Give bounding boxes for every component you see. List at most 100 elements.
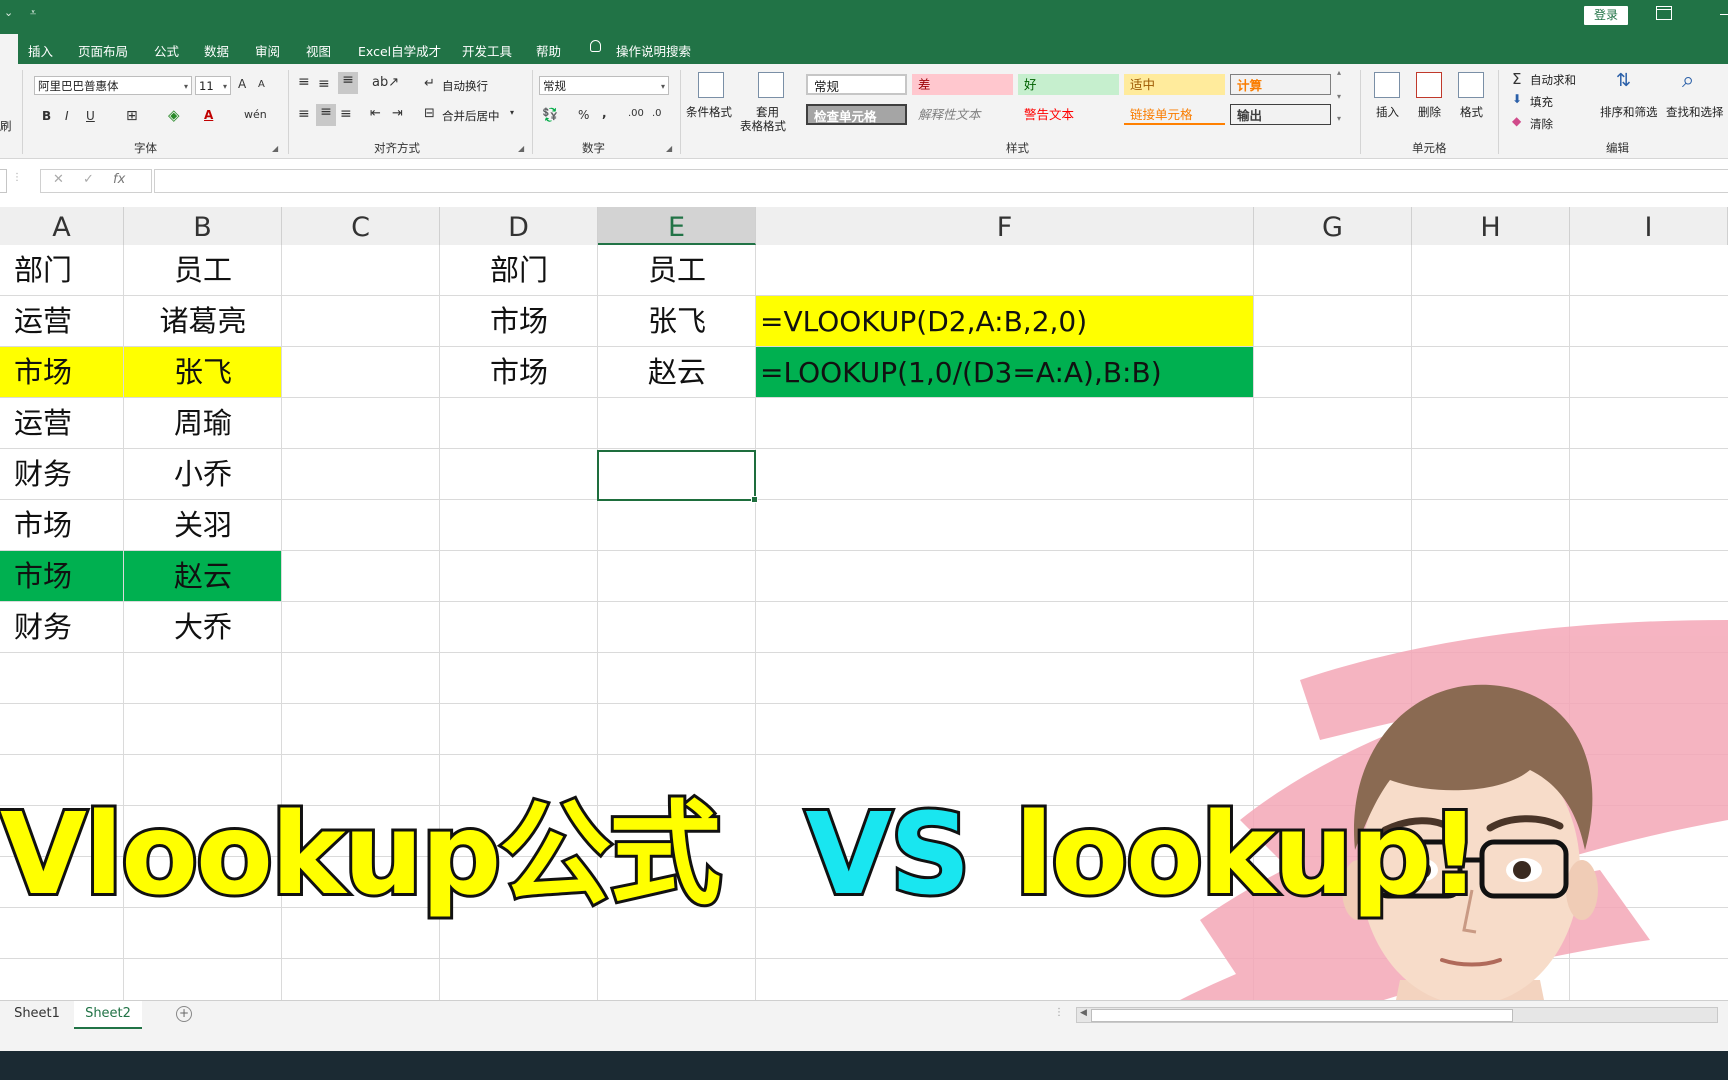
column-header-d[interactable]: D: [440, 207, 598, 245]
tab-split-handle-icon[interactable]: ⋮: [1054, 1007, 1064, 1018]
clear-button[interactable]: 清除: [1530, 116, 1553, 132]
qat-chevron-icon[interactable]: ⌄: [4, 6, 13, 19]
cell-b6[interactable]: 关羽: [124, 500, 282, 551]
cell-a2[interactable]: 运营: [14, 296, 72, 347]
format-cells-button[interactable]: 格式: [1460, 104, 1483, 120]
align-left-icon[interactable]: ≡: [298, 106, 310, 122]
underline-button[interactable]: U: [86, 109, 95, 123]
styles-scroll-down-icon[interactable]: ▾: [1337, 92, 1341, 101]
orientation-icon[interactable]: ab↗: [372, 75, 399, 90]
align-right-icon[interactable]: ≡: [340, 106, 352, 122]
sheet-tab-sheet1[interactable]: Sheet1: [6, 1001, 68, 1027]
tab-excel-learning[interactable]: Excel自学成才: [358, 41, 441, 60]
format-painter-partial[interactable]: 刷: [0, 118, 12, 134]
font-color-icon[interactable]: A: [204, 108, 213, 122]
cell-a1[interactable]: 部门: [14, 245, 72, 296]
style-neutral[interactable]: 适中: [1124, 74, 1225, 95]
sheet-tab-sheet2[interactable]: Sheet2: [74, 1001, 142, 1029]
tab-formulas[interactable]: 公式: [154, 41, 179, 60]
column-header-b[interactable]: B: [124, 207, 282, 245]
add-sheet-icon[interactable]: +: [176, 1006, 192, 1022]
italic-button[interactable]: I: [65, 109, 69, 123]
tell-me-search[interactable]: 操作说明搜索: [616, 41, 691, 60]
tab-insert[interactable]: 插入: [28, 41, 53, 60]
qat-customize-icon[interactable]: ⩡: [30, 6, 36, 20]
cell-b1[interactable]: 员工: [124, 245, 282, 296]
grow-font-button[interactable]: A: [238, 77, 246, 91]
cell-a3[interactable]: 市场: [14, 347, 72, 398]
enter-icon[interactable]: ✓: [83, 172, 94, 187]
table-format-button[interactable]: 表格格式: [740, 118, 786, 134]
style-output[interactable]: 输出: [1230, 104, 1331, 125]
comma-button[interactable]: ,: [602, 106, 607, 120]
column-header-e[interactable]: E: [598, 207, 756, 245]
alignment-dialog-launcher-icon[interactable]: ◢: [518, 144, 524, 153]
column-header-g[interactable]: G: [1254, 207, 1412, 245]
fill-color-icon[interactable]: ◈: [168, 106, 180, 124]
conditional-format-button[interactable]: 条件格式: [686, 104, 732, 120]
chevron-down-icon[interactable]: ▾: [510, 108, 514, 117]
number-format-select[interactable]: 常规 ▾: [539, 76, 669, 95]
cell-d1[interactable]: 部门: [440, 245, 598, 296]
fill-button[interactable]: 填充: [1530, 94, 1553, 110]
style-normal[interactable]: 常规: [806, 74, 907, 95]
cell-b5[interactable]: 小乔: [124, 449, 282, 500]
sort-filter-button[interactable]: 排序和筛选: [1600, 104, 1658, 120]
align-top-icon[interactable]: ≡: [298, 74, 310, 90]
cell-a6[interactable]: 市场: [14, 500, 72, 551]
delete-cells-button[interactable]: 删除: [1418, 104, 1441, 120]
cell-e2[interactable]: 张飞: [598, 296, 756, 347]
style-linked-cell[interactable]: 链接单元格: [1124, 104, 1225, 125]
cancel-icon[interactable]: ✕: [53, 172, 64, 187]
cell-b8[interactable]: 大乔: [124, 602, 282, 653]
cell-e3[interactable]: 赵云: [598, 347, 756, 398]
column-header-f[interactable]: F: [756, 207, 1254, 245]
wrap-text-button[interactable]: 自动换行: [442, 78, 488, 94]
scroll-left-icon[interactable]: ◀: [1080, 1008, 1087, 1018]
tab-help[interactable]: 帮助: [536, 41, 561, 60]
font-dialog-launcher-icon[interactable]: ◢: [272, 144, 278, 153]
shrink-font-button[interactable]: A: [258, 79, 265, 90]
tab-data[interactable]: 数据: [204, 41, 229, 60]
cell-b4[interactable]: 周瑜: [124, 398, 282, 449]
cell-b3[interactable]: 张飞: [124, 347, 282, 398]
align-center-icon[interactable]: ≡: [316, 104, 336, 126]
name-box-menu-icon[interactable]: ⋮: [12, 172, 22, 183]
cell-a4[interactable]: 运营: [14, 398, 72, 449]
number-dialog-launcher-icon[interactable]: ◢: [666, 144, 672, 153]
cell-f3[interactable]: =LOOKUP(1,0/(D3=A:A),B:B): [760, 347, 1254, 398]
increase-decimal-icon[interactable]: .00: [628, 108, 644, 119]
style-calculation[interactable]: 计算: [1230, 74, 1331, 95]
style-check-cell[interactable]: 检查单元格: [806, 104, 907, 125]
tab-review[interactable]: 审阅: [255, 41, 280, 60]
ribbon-display-options-icon[interactable]: [1656, 6, 1672, 20]
active-cell-e5[interactable]: [597, 450, 758, 503]
style-good[interactable]: 好: [1018, 74, 1119, 95]
horizontal-scrollbar[interactable]: ◀: [1076, 1007, 1718, 1023]
style-warning[interactable]: 警告文本: [1018, 104, 1119, 125]
cell-a8[interactable]: 财务: [14, 602, 72, 653]
percent-button[interactable]: %: [578, 108, 589, 122]
column-header-a[interactable]: A: [0, 207, 124, 245]
bold-button[interactable]: B: [42, 109, 51, 123]
cell-a5[interactable]: 财务: [14, 449, 72, 500]
font-name-select[interactable]: 阿里巴巴普惠体 ▾: [34, 76, 192, 95]
cell-a7[interactable]: 市场: [14, 551, 72, 602]
border-icon[interactable]: ⊞: [126, 108, 138, 124]
tab-page-layout[interactable]: 页面布局: [78, 41, 128, 60]
tab-developer[interactable]: 开发工具: [462, 41, 512, 60]
cell-d3[interactable]: 市场: [440, 347, 598, 398]
cell-f2[interactable]: =VLOOKUP(D2,A:B,2,0): [760, 296, 1254, 347]
decrease-indent-icon[interactable]: ⇤: [370, 106, 381, 121]
accounting-format-icon[interactable]: 💱: [542, 108, 558, 123]
column-header-c[interactable]: C: [282, 207, 440, 245]
align-middle-icon[interactable]: ≡: [318, 76, 330, 92]
cell-e1[interactable]: 员工: [598, 245, 756, 296]
cell-d2[interactable]: 市场: [440, 296, 598, 347]
decrease-decimal-icon[interactable]: .0: [652, 108, 662, 119]
styles-scroll-up-icon[interactable]: ▴: [1337, 68, 1341, 77]
minimize-icon[interactable]: [1720, 14, 1728, 15]
cell-b2[interactable]: 诸葛亮: [124, 296, 282, 347]
autosum-button[interactable]: 自动求和: [1530, 72, 1576, 88]
scroll-thumb[interactable]: [1091, 1009, 1513, 1022]
